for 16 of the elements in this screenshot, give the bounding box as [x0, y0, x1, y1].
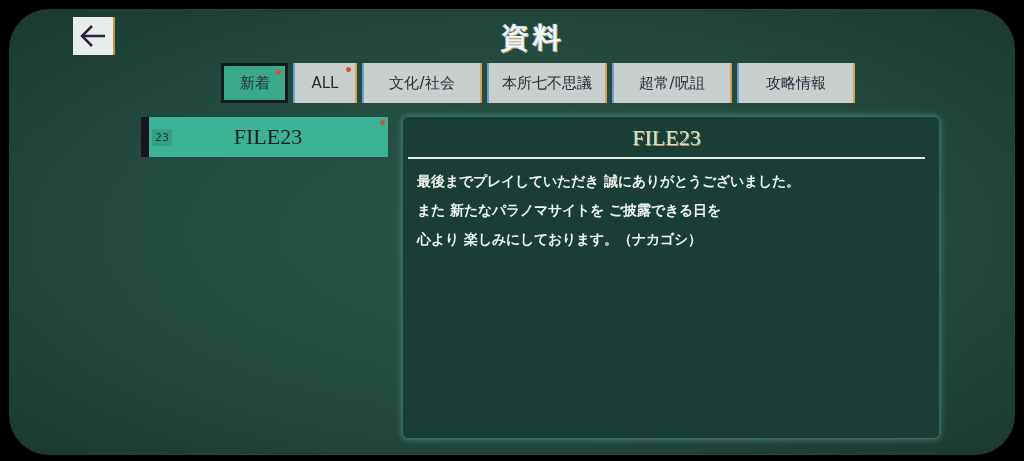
back-arrow-icon — [79, 24, 107, 48]
file-list-item[interactable]: 23 FILE23 — [141, 117, 388, 157]
category-tab[interactable]: 超常/呪詛 — [612, 63, 732, 103]
file-name: FILE23 — [232, 124, 304, 150]
category-tab[interactable]: ALL — [293, 63, 357, 103]
category-tab[interactable]: 本所七不思議 — [487, 63, 607, 103]
back-button[interactable] — [73, 17, 115, 55]
detail-title: FILE23 — [631, 125, 702, 151]
message-line: また 新たなパラノマサイトを ご披露できる日を — [416, 201, 722, 220]
message-line: 最後までプレイしていただき 誠にありがとうございました。 — [416, 172, 801, 191]
file-number: 23 — [152, 128, 172, 146]
category-tab[interactable]: 新着 — [221, 63, 288, 103]
category-tab[interactable]: 文化/社会 — [362, 63, 482, 103]
page-title: 資料 — [501, 20, 565, 56]
message-line: 心より 楽しみにしております。（ナカゴシ） — [415, 230, 703, 249]
category-tab[interactable]: 攻略情報 — [737, 63, 855, 103]
